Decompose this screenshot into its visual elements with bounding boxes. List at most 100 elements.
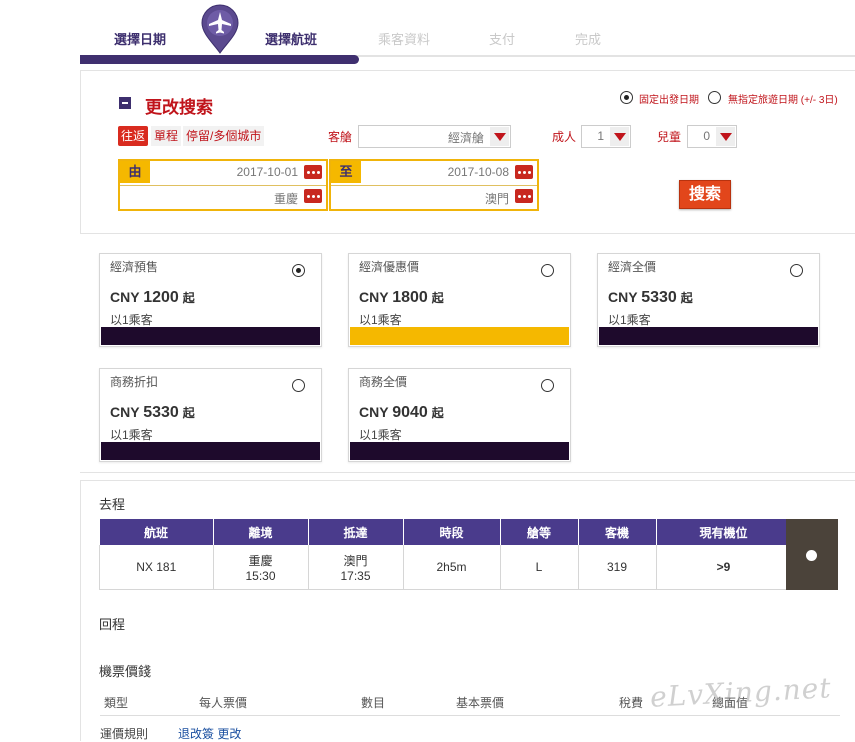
fare-unit: 以1乘客 bbox=[359, 313, 402, 327]
fare-price: CNY 5330 起 bbox=[608, 289, 693, 306]
fare-card[interactable]: 經濟全價 CNY 5330 起 以1乘客 bbox=[597, 253, 820, 347]
fare-price: CNY 1800 起 bbox=[359, 289, 444, 306]
fare-radio[interactable] bbox=[541, 264, 554, 277]
outbound-flight-table: 航班 離境 抵達 時段 艙等 客機 現有機位 NX 181 重慶 15:30 澳門… bbox=[99, 519, 792, 590]
fare-unit: 以1乘客 bbox=[359, 428, 402, 442]
fare-price: CNY 1200 起 bbox=[110, 289, 195, 306]
aircraft-cell: 319 bbox=[577, 545, 657, 590]
select-flight-cell[interactable] bbox=[786, 519, 838, 590]
fare-price: CNY 9040 起 bbox=[359, 404, 444, 421]
fare-name: 商務全價 bbox=[359, 375, 408, 389]
fixed-date-label: 固定出發日期 bbox=[639, 95, 699, 106]
fare-card[interactable]: 商務折扣 CNY 5330 起 以1乘客 bbox=[99, 368, 322, 462]
fare-price: CNY 5330 起 bbox=[110, 404, 195, 421]
step-select-flight: 選擇航班 bbox=[265, 32, 318, 47]
collapse-icon[interactable] bbox=[119, 97, 131, 109]
calendar-icon[interactable] bbox=[304, 165, 322, 179]
column-header: 時段 bbox=[403, 519, 501, 545]
fare-unit: 以1乘客 bbox=[110, 428, 153, 442]
flight-number: NX 181 bbox=[99, 545, 214, 590]
dropdown-arrow-icon bbox=[716, 127, 735, 146]
adults-select[interactable]: 1 bbox=[581, 125, 631, 148]
fare-selection-bar bbox=[101, 442, 320, 460]
adults-label: 成人 bbox=[552, 130, 577, 144]
route-divider bbox=[331, 185, 537, 186]
departure-date[interactable]: 2017-10-01 bbox=[237, 165, 298, 179]
fare-selection-bar bbox=[599, 327, 818, 345]
price-col-per-person: 每人票價 bbox=[199, 696, 248, 710]
departure-city[interactable]: 重慶 bbox=[274, 190, 298, 207]
adults-value: 1 bbox=[597, 129, 604, 143]
fare-rules-link[interactable]: 退改簽 更改 bbox=[178, 725, 241, 742]
to-tag: 至 bbox=[331, 161, 361, 183]
arrival-cell: 澳門 17:35 bbox=[307, 545, 404, 590]
price-col-tax: 稅費 bbox=[619, 696, 644, 710]
fare-card[interactable]: 商務全價 CNY 9040 起 以1乘客 bbox=[348, 368, 571, 462]
fare-radio[interactable] bbox=[790, 264, 803, 277]
column-header: 艙等 bbox=[500, 519, 579, 545]
fare-selection-bar bbox=[101, 327, 320, 345]
departure-cell: 重慶 15:30 bbox=[212, 545, 309, 590]
column-header: 現有機位 bbox=[656, 519, 792, 545]
price-section-title: 機票價錢 bbox=[99, 664, 152, 679]
table-header-row: 航班 離境 抵達 時段 艙等 客機 現有機位 bbox=[99, 519, 792, 545]
fare-selection-bar bbox=[350, 442, 569, 460]
from-tag: 由 bbox=[120, 161, 150, 183]
calendar-icon[interactable] bbox=[515, 165, 533, 179]
price-col-base: 基本票價 bbox=[456, 696, 505, 710]
trip-type-multicity[interactable]: 停留/多個城市 bbox=[183, 126, 265, 146]
dropdown-arrow-icon bbox=[610, 127, 629, 146]
fare-radio[interactable] bbox=[292, 264, 305, 277]
price-col-count: 數目 bbox=[361, 696, 386, 710]
search-button[interactable]: 搜索 bbox=[679, 180, 731, 209]
cabin-select[interactable]: 經濟艙 bbox=[358, 125, 511, 148]
price-col-type: 類型 bbox=[104, 696, 129, 710]
step-payment: 支付 bbox=[489, 32, 516, 47]
fare-name: 經濟優惠價 bbox=[359, 260, 420, 274]
step-complete: 完成 bbox=[575, 32, 602, 47]
dropdown-arrow-icon bbox=[490, 127, 509, 146]
city-picker-icon[interactable] bbox=[515, 189, 533, 203]
fare-card[interactable]: 經濟預售 CNY 1200 起 以1乘客 bbox=[99, 253, 322, 347]
step-select-date[interactable]: 選擇日期 bbox=[114, 29, 166, 48]
search-panel-title: 更改搜索 bbox=[145, 98, 213, 117]
arrival-city[interactable]: 澳門 bbox=[485, 190, 509, 207]
children-value: 0 bbox=[703, 129, 710, 143]
trip-type-oneway[interactable]: 單程 bbox=[151, 126, 182, 146]
column-header: 客機 bbox=[578, 519, 657, 545]
fare-selection-bar bbox=[350, 327, 569, 345]
return-date[interactable]: 2017-10-08 bbox=[448, 165, 509, 179]
fare-radio[interactable] bbox=[541, 379, 554, 392]
fare-name: 經濟全價 bbox=[608, 260, 657, 274]
fare-unit: 以1乘客 bbox=[608, 313, 651, 327]
class-cell: L bbox=[499, 545, 579, 590]
fixed-date-radio[interactable] bbox=[620, 91, 633, 104]
fare-radio[interactable] bbox=[292, 379, 305, 392]
column-header: 航班 bbox=[99, 519, 214, 545]
fare-name: 經濟預售 bbox=[110, 260, 159, 274]
flexible-date-radio[interactable] bbox=[708, 91, 721, 104]
children-label: 兒童 bbox=[657, 130, 682, 144]
fare-unit: 以1乘客 bbox=[110, 313, 153, 327]
fare-card[interactable]: 經濟優惠價 CNY 1800 起 以1乘客 bbox=[348, 253, 571, 347]
city-picker-icon[interactable] bbox=[304, 189, 322, 203]
route-divider bbox=[120, 185, 326, 186]
to-field[interactable]: 至 2017-10-08 澳門 bbox=[329, 159, 539, 211]
duration-cell: 2h5m bbox=[402, 545, 501, 590]
outbound-title: 去程 bbox=[99, 497, 126, 512]
flexible-date-label: 無指定旅遊日期 (+/- 3日) bbox=[728, 95, 838, 106]
search-panel: 更改搜索 固定出發日期 無指定旅遊日期 (+/- 3日) 往返 單程 停留/多個… bbox=[80, 70, 855, 234]
flight-radio[interactable] bbox=[806, 550, 817, 561]
step-passenger-info: 乘客資料 bbox=[378, 32, 431, 47]
table-row[interactable]: NX 181 重慶 15:30 澳門 17:35 2h5m L 319 >9 bbox=[99, 545, 792, 590]
from-field[interactable]: 由 2017-10-01 重慶 bbox=[118, 159, 328, 211]
cabin-value: 經濟艙 bbox=[447, 131, 484, 145]
fare-rules-label: 運價規則 bbox=[100, 727, 149, 741]
return-title: 回程 bbox=[99, 617, 126, 632]
children-select[interactable]: 0 bbox=[687, 125, 737, 148]
section-divider bbox=[80, 472, 855, 473]
price-divider bbox=[100, 715, 840, 716]
column-header: 抵達 bbox=[308, 519, 404, 545]
steps-progress-bar bbox=[80, 55, 359, 64]
trip-type-roundtrip[interactable]: 往返 bbox=[118, 126, 149, 146]
